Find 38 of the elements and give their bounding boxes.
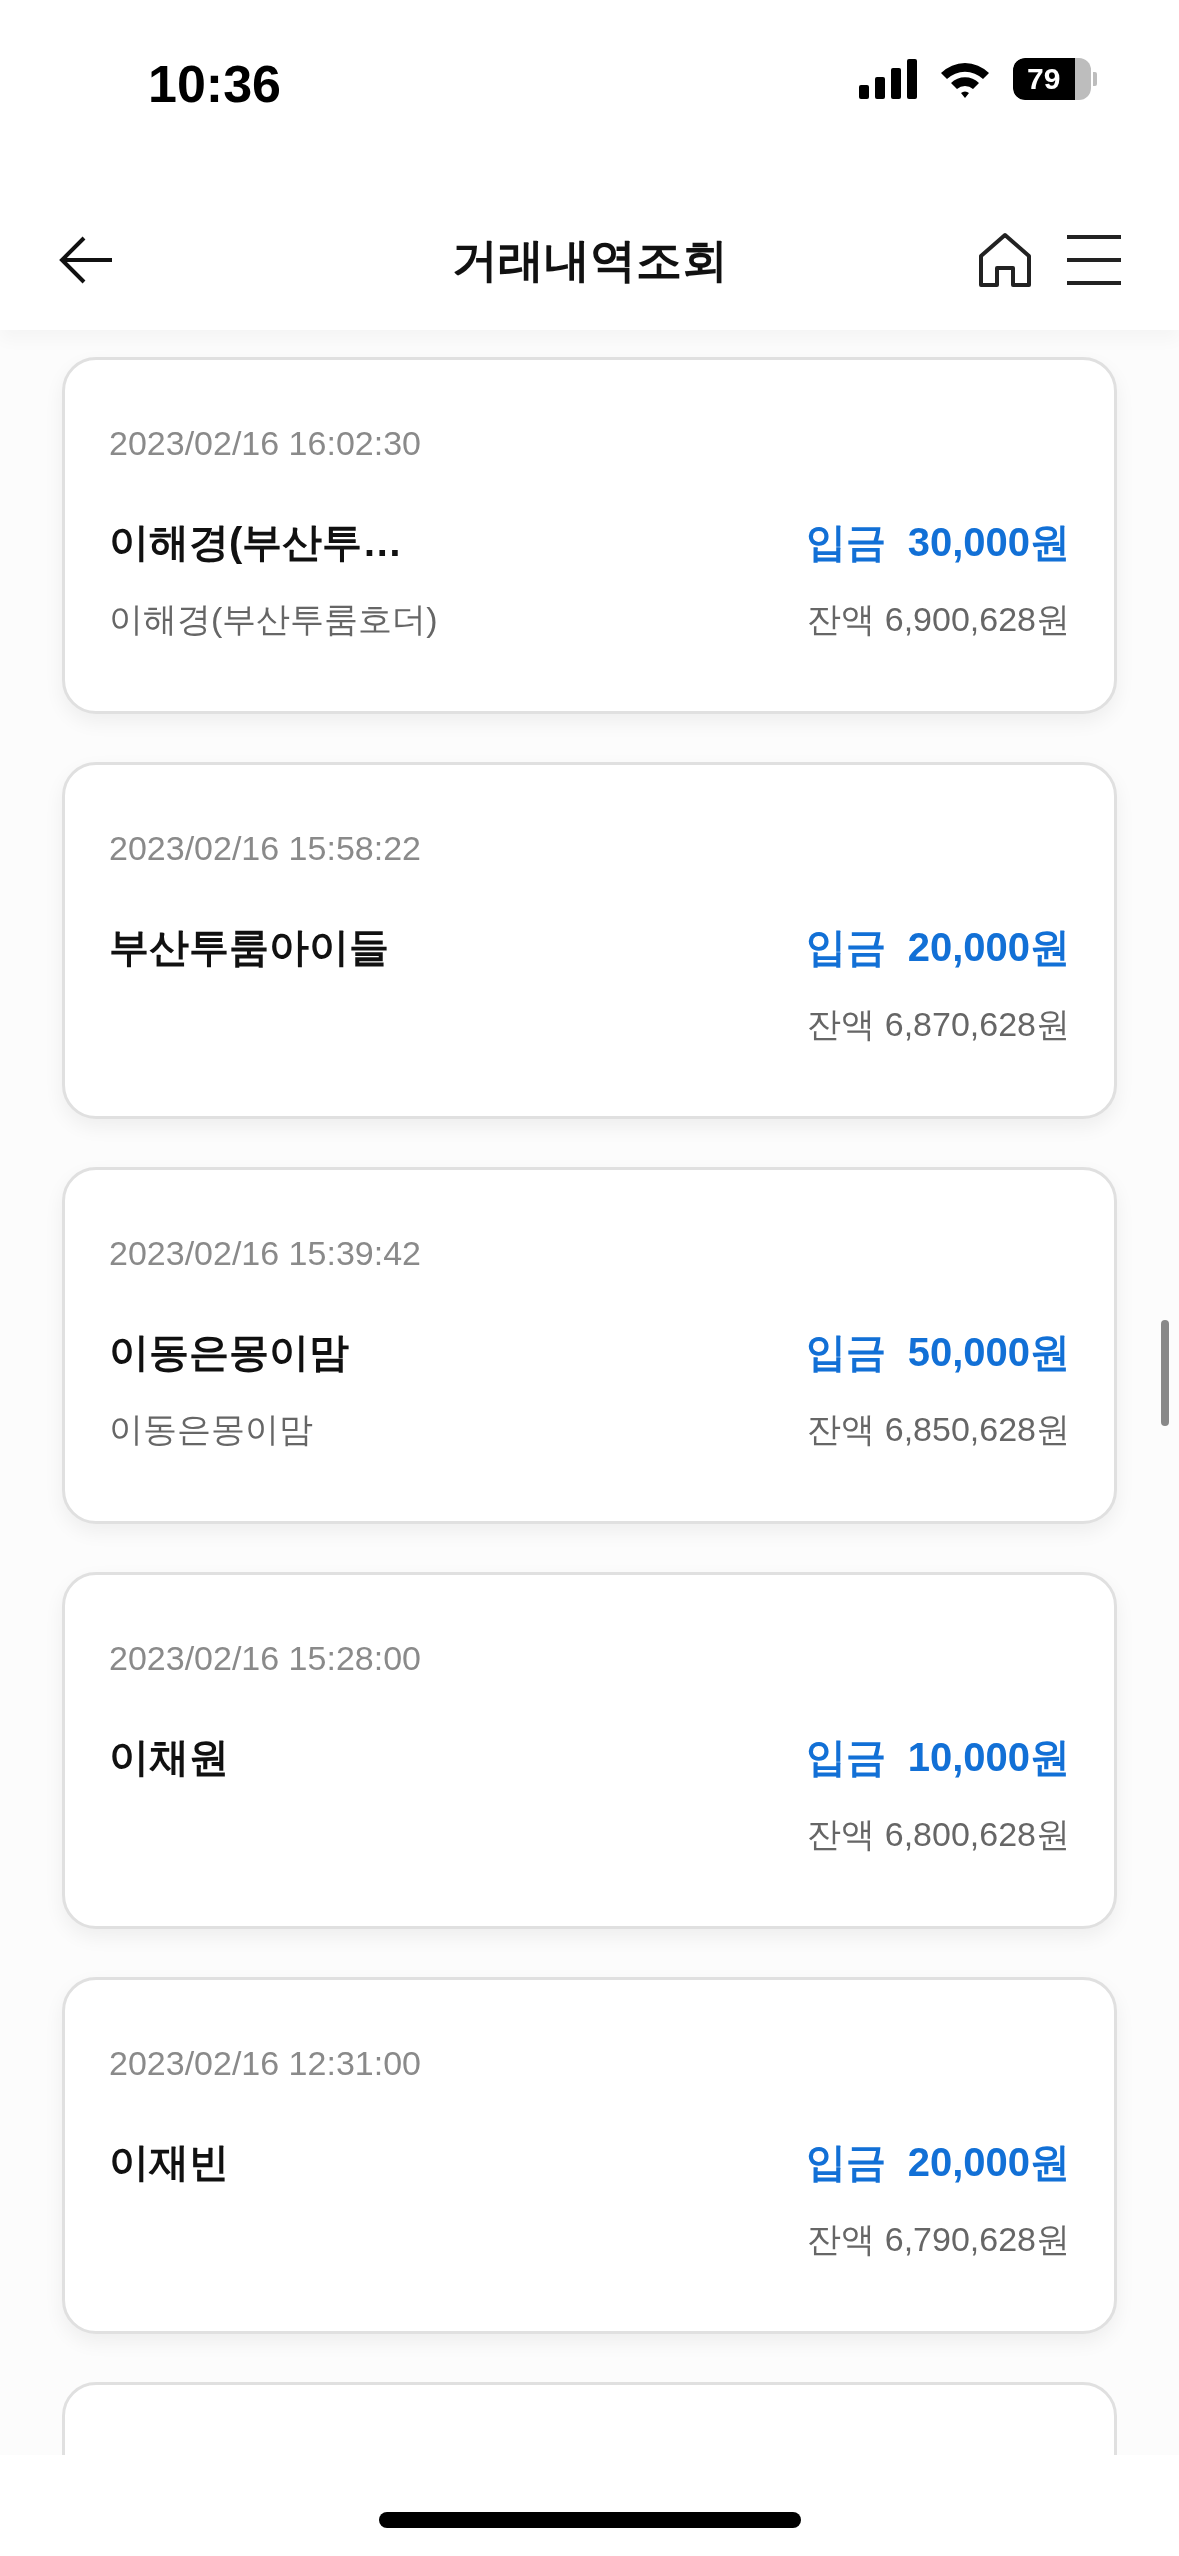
- menu-button[interactable]: [1067, 235, 1121, 285]
- transaction-type: 입금: [805, 519, 886, 566]
- transaction-card[interactable]: 2023/02/16 15:28:00 이채원 입금 10,000원 잔액 6,800,628원: [62, 1572, 1117, 1929]
- transaction-datetime: 2023/02/16 16:02:30: [109, 422, 421, 464]
- transaction-datetime: 2023/02/16 15:28:00: [109, 1637, 421, 1679]
- transaction-amount: 10,000원: [907, 1734, 1070, 1781]
- signal-icon: [859, 59, 917, 99]
- status-time: 10:36: [148, 58, 281, 110]
- transaction-amount: 30,000원: [907, 519, 1070, 566]
- battery-level: 79: [1027, 64, 1061, 94]
- transaction-memo: 이동은몽이맘: [109, 1408, 313, 1450]
- transaction-type: 입금: [805, 2139, 886, 2186]
- counterparty-name: 부산투룸아이들: [109, 924, 389, 971]
- transaction-datetime: 2023/02/16 15:58:22: [109, 827, 421, 869]
- counterparty-name: 이동은몽이맘: [109, 1329, 349, 1376]
- home-button[interactable]: [977, 232, 1033, 288]
- transaction-memo: 이해경(부산투룸호더): [109, 598, 438, 640]
- transaction-card[interactable]: 2023/02/16 16:02:30 이해경(부산투… 입금 30,000원 이해경(부산투룸호더) 잔액 6,900,628원: [62, 357, 1117, 714]
- page-title: 거래내역조회: [451, 232, 728, 288]
- counterparty-name: 이재빈: [109, 2139, 229, 2186]
- counterparty-name: 이해경(부산투…: [109, 519, 403, 566]
- balance-text: 잔액 6,790,628원: [807, 2218, 1070, 2260]
- transaction-datetime: 2023/02/16 12:31:00: [109, 2042, 421, 2084]
- transaction-amount: 20,000원: [907, 924, 1070, 971]
- balance-text: 잔액 6,800,628원: [807, 1813, 1070, 1855]
- transaction-card[interactable]: 2023/02/16 15:58:22 부산투룸아이들 입금 20,000원 잔액 6,870,628원: [62, 762, 1117, 1119]
- transaction-type: 입금: [805, 1734, 886, 1781]
- balance-text: 잔액 6,900,628원: [807, 598, 1070, 640]
- transaction-amount: 20,000원: [907, 2139, 1070, 2186]
- transaction-type: 입금: [805, 924, 886, 971]
- transaction-type: 입금: [805, 1329, 886, 1376]
- transaction-card[interactable]: 2023/02/16 12:31:00 이재빈 입금 20,000원 잔액 6,790,628원: [62, 1977, 1117, 2334]
- balance-text: 잔액 6,870,628원: [807, 1003, 1070, 1045]
- transaction-amount: 50,000원: [907, 1329, 1070, 1376]
- counterparty-name: 이채원: [109, 1734, 229, 1781]
- transaction-card[interactable]: 2023/02/16 15:39:42 이동은몽이맘 입금 50,000원 이동은몽이맘 잔액 6,850,628원: [62, 1167, 1117, 1524]
- balance-text: 잔액 6,850,628원: [807, 1408, 1070, 1450]
- transaction-datetime: 2023/02/16 15:39:42: [109, 1232, 421, 1274]
